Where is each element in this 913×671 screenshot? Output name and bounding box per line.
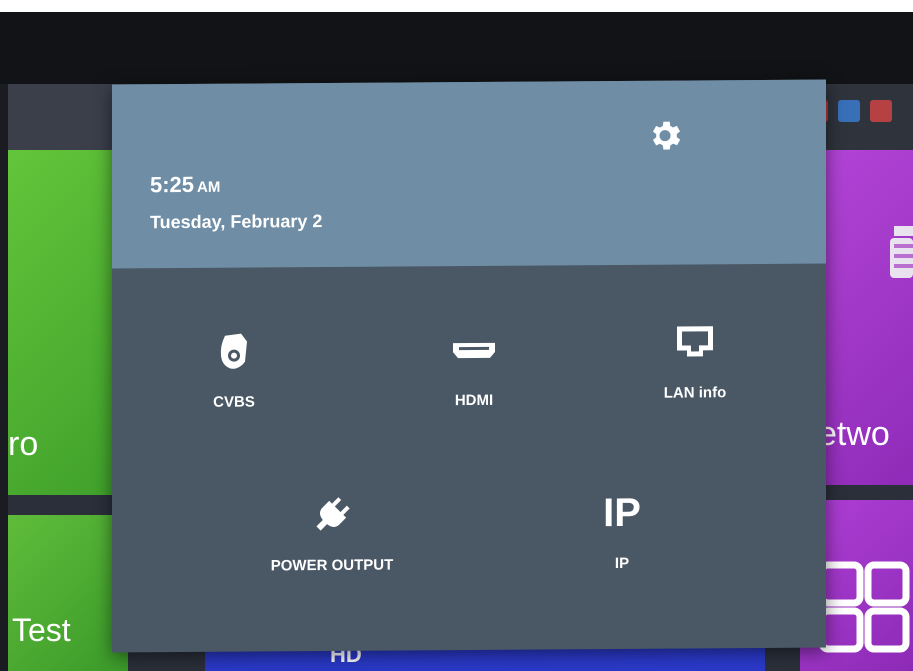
dome-camera-icon — [220, 333, 247, 369]
top-bezel — [0, 0, 913, 12]
gear-icon[interactable] — [646, 116, 684, 154]
tile-cvbs-label: CVBS — [213, 393, 255, 411]
launcher-tile-label-left: ro — [8, 425, 39, 463]
hdmi-icon — [453, 342, 495, 359]
tile-power-output[interactable]: POWER OUTPUT — [262, 492, 402, 593]
app-logo-icon — [818, 561, 910, 653]
clock: 5:25 AM — [150, 172, 220, 198]
tile-ip-label: IP — [614, 554, 630, 572]
tile-ip[interactable]: IP IP — [552, 490, 692, 591]
alert-icon — [870, 100, 892, 122]
power-plug-icon — [316, 497, 350, 531]
cctv-camera-icon — [890, 226, 913, 278]
ip-icon: IP — [603, 490, 641, 536]
tile-cvbs[interactable]: CVBS — [164, 329, 304, 430]
launcher-tile-label-test: Test — [12, 612, 71, 648]
launcher-tile-label-network: etwo — [818, 415, 890, 453]
launcher-status-strip-left — [8, 84, 128, 150]
tile-lan-info-label: LAN info — [663, 384, 727, 402]
quick-settings-panel: 5:25 AM Tuesday, February 2 CVBS HDMI LA… — [112, 79, 826, 653]
quick-settings-header: 5:25 AM Tuesday, February 2 — [112, 79, 826, 269]
tile-hdmi-label: HDMI — [454, 391, 494, 410]
monitor-icon — [838, 100, 860, 122]
tile-power-output-label: POWER OUTPUT — [270, 556, 394, 575]
tile-lan-info[interactable]: LAN info — [625, 320, 765, 421]
clock-date: Tuesday, February 2 — [150, 211, 323, 233]
ethernet-port-icon — [677, 326, 713, 357]
screen-bezel — [0, 12, 913, 84]
clock-time: 5:25 — [150, 171, 195, 198]
clock-ampm: AM — [197, 178, 221, 196]
tile-hdmi[interactable]: HDMI — [404, 327, 544, 428]
